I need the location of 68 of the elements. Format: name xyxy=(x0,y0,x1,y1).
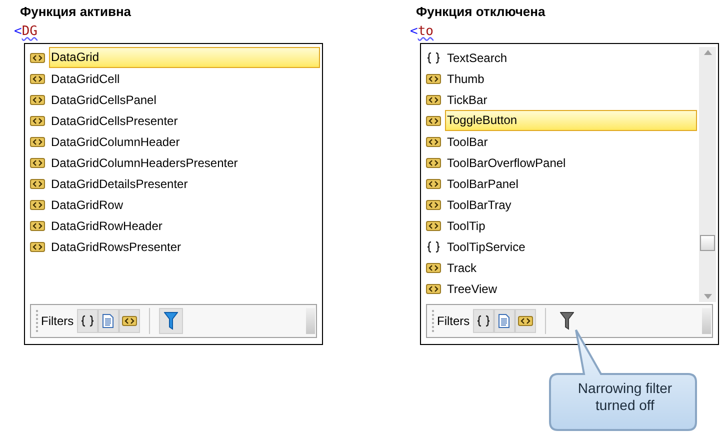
braces-icon xyxy=(476,315,491,327)
filter-toggle[interactable] xyxy=(494,309,515,333)
completion-item[interactable]: DataGridRowHeader xyxy=(30,215,320,236)
filters-label: Filters xyxy=(437,313,470,330)
filter-toggle[interactable] xyxy=(76,309,98,333)
filter-toggle[interactable] xyxy=(514,309,536,333)
completion-item[interactable]: ToolBarOverflowPanel xyxy=(426,152,697,173)
section-title: Функция активна xyxy=(19,3,132,21)
element-icon xyxy=(30,200,45,210)
scrollbar-thumb[interactable] xyxy=(700,235,715,251)
element-icon xyxy=(30,94,45,104)
scrollbar[interactable] xyxy=(699,47,716,302)
element-icon xyxy=(426,74,441,84)
element-icon xyxy=(30,136,45,146)
element-icon xyxy=(426,284,441,294)
document-icon xyxy=(102,314,114,328)
completion-item[interactable]: DataGridRow xyxy=(30,194,320,215)
element-icon xyxy=(30,74,45,84)
element-icon xyxy=(30,116,45,126)
element-icon xyxy=(30,242,45,252)
typed-text: <to xyxy=(410,23,434,41)
completion-item[interactable]: ToolBarPanel xyxy=(426,173,697,194)
element-icon xyxy=(30,178,45,188)
element-icon xyxy=(426,262,441,272)
element-icon xyxy=(426,220,441,230)
completion-item[interactable]: ToolBar xyxy=(426,131,697,152)
completion-item[interactable]: DataGridColumnHeadersPresenter xyxy=(30,152,320,173)
narrowing-filter-button[interactable] xyxy=(158,308,183,334)
element-icon xyxy=(426,178,441,188)
resize-grip[interactable] xyxy=(702,308,711,334)
funnel-icon xyxy=(164,312,178,330)
completion-item[interactable]: DataGridDetailsPresenter xyxy=(30,173,320,194)
element-icon xyxy=(426,158,441,168)
filter-toggle[interactable] xyxy=(118,309,140,333)
completion-item[interactable]: DataGridCell xyxy=(30,68,320,89)
element-icon xyxy=(426,200,441,210)
element-icon xyxy=(30,52,45,62)
element-icon xyxy=(122,316,137,326)
completion-item[interactable]: TextSearch xyxy=(426,47,697,68)
completion-item[interactable]: ToolBarTray xyxy=(426,194,697,215)
completion-item[interactable]: Track xyxy=(426,257,697,278)
completion-item[interactable]: ToolTip xyxy=(426,215,697,236)
element-icon xyxy=(518,316,533,326)
element-icon xyxy=(426,136,441,146)
funnel-icon xyxy=(560,312,574,330)
completion-item[interactable]: ToolTipService xyxy=(426,236,697,257)
resize-grip[interactable] xyxy=(306,308,315,334)
element-icon xyxy=(30,220,45,230)
document-icon xyxy=(498,314,510,328)
completion-item[interactable]: DataGridCellsPanel xyxy=(30,89,320,110)
completion-item[interactable]: DataGridCellsPresenter xyxy=(30,110,320,131)
filter-toggle[interactable] xyxy=(98,309,119,333)
braces-icon xyxy=(426,240,441,252)
typed-text: <DG xyxy=(14,23,38,41)
completion-item[interactable]: DataGridRowsPresenter xyxy=(30,236,320,257)
filters-label: Filters xyxy=(41,313,74,330)
callout-text: Narrowing filter turned off xyxy=(576,380,674,414)
element-icon xyxy=(426,116,441,126)
braces-icon xyxy=(426,52,441,64)
completion-item[interactable]: Thumb xyxy=(426,68,697,89)
completion-item[interactable]: TickBar xyxy=(426,89,697,110)
filter-toggle[interactable] xyxy=(472,309,494,333)
section-title: Функция отключена xyxy=(415,3,546,21)
braces-icon xyxy=(80,315,95,327)
completion-item[interactable]: DataGridColumnHeader xyxy=(30,131,320,152)
completion-item[interactable]: TreeView xyxy=(426,278,697,299)
element-icon xyxy=(426,94,441,104)
element-icon xyxy=(30,158,45,168)
